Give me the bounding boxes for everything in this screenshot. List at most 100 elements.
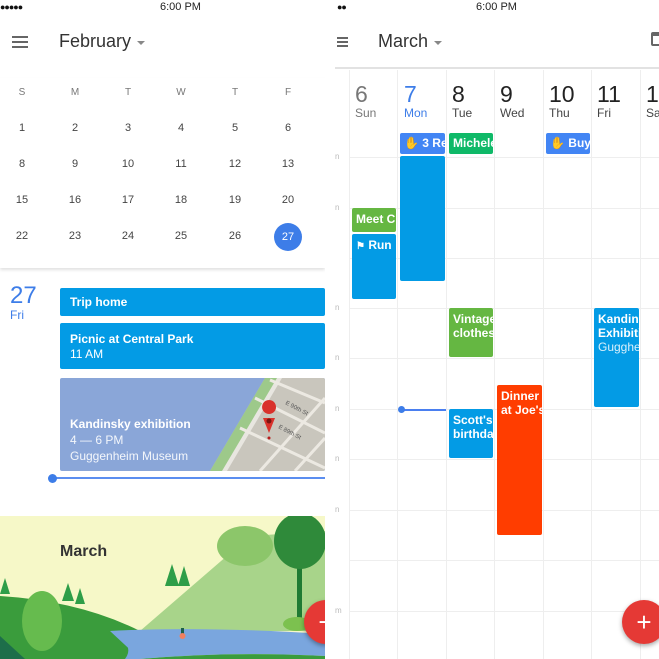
reminder-hand-icon: ✋ [404, 136, 419, 150]
date-cell[interactable]: 1 [7, 122, 37, 134]
current-time-dot [48, 474, 57, 483]
signal-strength-icon: ●● [337, 2, 347, 12]
plus-icon: + [318, 607, 325, 637]
status-time: 6:00 PM [160, 1, 201, 13]
event-title-line2: birthda [453, 427, 493, 441]
event-location: Guggenheim Museum [70, 449, 189, 463]
day-number: 9 [500, 81, 513, 107]
day-name: Sun [355, 106, 377, 120]
signal-strength-icon: ●●●●● [0, 2, 23, 12]
date-cell[interactable]: 15 [7, 194, 37, 206]
hour-label: m [335, 606, 342, 615]
agenda-screen: ●●●●● 6:00 PM February S M T W T F 1 2 3… [0, 0, 325, 659]
event-title: Run [368, 238, 392, 252]
chip-title: Michele [453, 136, 493, 150]
day-name: Fri [597, 106, 611, 120]
event-kandinsky-card[interactable]: E 90th St E 89th St Kandinsky exhibition… [60, 378, 325, 471]
allday-reminder-chip[interactable]: ✋ 3 Rer [400, 133, 445, 154]
week-view-screen: ●● 6:00 PM March n n n n n n n m 6 Sun 7… [335, 0, 659, 659]
add-event-button[interactable]: + [622, 600, 659, 644]
month-dropdown[interactable]: February [59, 31, 146, 52]
date-cell[interactable]: 25 [166, 230, 196, 242]
grid-row-line [349, 611, 659, 612]
day-number: 11 [597, 81, 621, 107]
selected-date-cell[interactable]: 27 [274, 223, 302, 251]
plus-icon: + [636, 607, 652, 637]
grid-row-line [349, 560, 659, 561]
grid-column-line [543, 70, 544, 659]
date-cell[interactable]: 6 [273, 122, 303, 134]
date-cell[interactable]: 5 [220, 122, 250, 134]
hour-label: n [335, 303, 340, 312]
event-title: Trip home [70, 295, 128, 309]
landscape-illustration [0, 516, 325, 659]
date-cell[interactable]: 22 [7, 230, 37, 242]
date-cell[interactable]: 3 [113, 122, 143, 134]
event-vintage-clothes[interactable]: Vintage clothes [449, 308, 493, 357]
event-trip-home[interactable]: Trip home [60, 288, 325, 316]
event-title: Meet C [356, 212, 396, 226]
date-cell[interactable]: 18 [166, 194, 196, 206]
date-cell[interactable]: 26 [220, 230, 250, 242]
day-header-mon[interactable]: 7 Mon [404, 82, 427, 120]
hamburger-menu-icon[interactable] [337, 37, 348, 47]
day-header-sat[interactable]: 12 Sa [646, 82, 659, 120]
month-title: February [59, 31, 132, 51]
hamburger-menu-icon[interactable] [12, 36, 28, 48]
hour-label: n [335, 404, 340, 413]
event-untitled-block[interactable] [400, 156, 445, 281]
event-dinner-at-joes[interactable]: Dinner at Joe's [497, 385, 542, 535]
grid-column-line [349, 70, 350, 659]
date-cell[interactable]: 2 [60, 122, 90, 134]
banner-month-title: March [60, 543, 108, 560]
event-picnic[interactable]: Picnic at Central Park 11 AM [60, 323, 325, 369]
agenda-day-name: Fri [10, 308, 24, 322]
reminder-hand-icon: ✋ [550, 136, 565, 150]
date-cell[interactable]: 4 [166, 122, 196, 134]
chip-title: 3 Rer [422, 136, 445, 150]
date-cell[interactable]: 11 [166, 158, 196, 170]
event-title: Vintage [453, 312, 493, 326]
allday-buy-chip[interactable]: ✋ Buy f [546, 133, 590, 154]
date-cell[interactable]: 9 [60, 158, 90, 170]
weekday-label: T [231, 87, 239, 98]
day-header-thu[interactable]: 10 Thu [549, 82, 575, 120]
agenda-day-label: 27 Fri [10, 284, 37, 323]
month-title: March [378, 31, 429, 51]
day-header-fri[interactable]: 11 Fri [597, 82, 621, 120]
day-number: 10 [549, 81, 575, 107]
hour-label: n [335, 505, 340, 514]
month-dropdown[interactable]: March [378, 31, 443, 52]
event-time: 11 AM [70, 347, 104, 361]
date-cell[interactable]: 13 [273, 158, 303, 170]
date-cell[interactable]: 20 [273, 194, 303, 206]
date-cell[interactable]: 23 [60, 230, 90, 242]
weekday-label: W [176, 87, 186, 98]
event-scotts-birthday[interactable]: Scott's birthda [449, 409, 493, 458]
hour-label: n [335, 152, 340, 161]
allday-michele-chip[interactable]: Michele [449, 133, 493, 154]
date-cell[interactable]: 19 [220, 194, 250, 206]
day-name: Sa [646, 106, 659, 120]
weekday-label: S [18, 87, 26, 98]
event-title: Kandinsky exhibition [70, 417, 191, 431]
event-run[interactable]: ⚑ Run [352, 234, 396, 299]
weekday-label: F [284, 87, 292, 98]
grid-column-line [591, 70, 592, 659]
day-header-wed[interactable]: 9 Wed [500, 82, 524, 120]
current-time-dot [398, 406, 405, 413]
date-cell[interactable]: 16 [60, 194, 90, 206]
date-cell[interactable]: 17 [113, 194, 143, 206]
date-cell[interactable]: 12 [220, 158, 250, 170]
date-cell[interactable]: 24 [113, 230, 143, 242]
date-cell[interactable]: 10 [113, 158, 143, 170]
day-header-tue[interactable]: 8 Tue [452, 82, 472, 120]
date-cell[interactable]: 8 [7, 158, 37, 170]
day-header-sun[interactable]: 6 Sun [355, 82, 376, 120]
status-time: 6:00 PM [476, 1, 517, 13]
calendar-today-icon[interactable] [651, 32, 659, 46]
event-title: Kandins [598, 312, 639, 326]
event-meet[interactable]: Meet C [352, 208, 396, 232]
chip-title: Buy f [568, 136, 590, 150]
event-kandinsky-exhibition[interactable]: Kandins Exhibiti Gugghe [594, 308, 639, 407]
